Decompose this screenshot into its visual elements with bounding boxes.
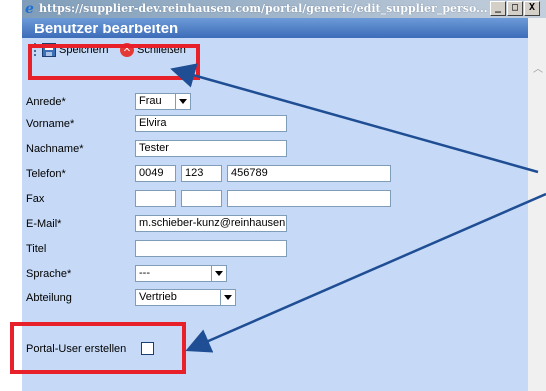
telefon-country-input[interactable]: 0049 [135, 165, 176, 182]
chevron-down-icon [220, 290, 235, 305]
fax-country-input[interactable] [135, 190, 176, 207]
anrede-select[interactable]: Frau [135, 93, 191, 110]
row-sprache: Sprache* --- [22, 265, 528, 283]
abteilung-value: Vertrieb [139, 291, 177, 303]
page-title: Benutzer bearbeiten [34, 20, 179, 37]
email-input[interactable]: m.schieber-kunz@reinhausen. [135, 215, 287, 232]
row-nachname: Nachname* Tester [22, 140, 528, 158]
nachname-input[interactable]: Tester [135, 140, 287, 157]
telefon-label: Telefon* [26, 168, 66, 180]
fax-area-input[interactable] [181, 190, 222, 207]
sprache-value: --- [139, 267, 150, 279]
row-fax: Fax [22, 190, 528, 208]
scroll-up-icon[interactable]: ︿ [533, 60, 543, 75]
abteilung-label: Abteilung [26, 292, 72, 304]
window-url: https://supplier-dev.reinhausen.com/port… [39, 2, 487, 15]
chevron-down-icon [175, 94, 190, 109]
anrede-label: Anrede* [26, 96, 66, 108]
nachname-label: Nachname* [26, 143, 84, 155]
chevron-down-icon [211, 266, 226, 281]
telefon-number-input[interactable]: 456789 [227, 165, 391, 182]
vertical-scrollbar[interactable]: ︿ [528, 18, 546, 391]
row-telefon: Telefon* 0049 123 456789 [22, 165, 528, 183]
row-anrede: Anrede* Frau [22, 93, 528, 111]
maximize-button[interactable]: □ [507, 1, 523, 16]
fax-label: Fax [26, 193, 45, 205]
vorname-label: Vorname* [26, 118, 75, 130]
dialog-header: Benutzer bearbeiten [22, 18, 528, 38]
row-abteilung: Abteilung Vertrieb [22, 289, 528, 307]
window-titlebar: e https://supplier-dev.reinhausen.com/po… [22, 0, 546, 18]
vorname-input[interactable]: Elvira [135, 115, 287, 132]
close-window-button[interactable]: X [524, 1, 540, 16]
internet-explorer-icon: e [25, 1, 34, 17]
row-email: E-Mail* m.schieber-kunz@reinhausen. [22, 215, 528, 233]
sprache-label: Sprache* [26, 268, 72, 280]
row-vorname: Vorname* Elvira [22, 115, 528, 133]
highlight-toolbar [28, 44, 200, 80]
telefon-area-input[interactable]: 123 [181, 165, 222, 182]
anrede-value: Frau [139, 95, 162, 107]
row-titel: Titel [22, 240, 528, 258]
highlight-portal-user [10, 322, 186, 374]
email-label: E-Mail* [26, 218, 62, 230]
abteilung-select[interactable]: Vertrieb [135, 289, 236, 306]
fax-number-input[interactable] [227, 190, 391, 207]
titel-label: Titel [26, 243, 47, 255]
titel-input[interactable] [135, 240, 287, 257]
minimize-button[interactable]: _ [490, 1, 506, 16]
sprache-select[interactable]: --- [135, 265, 227, 282]
